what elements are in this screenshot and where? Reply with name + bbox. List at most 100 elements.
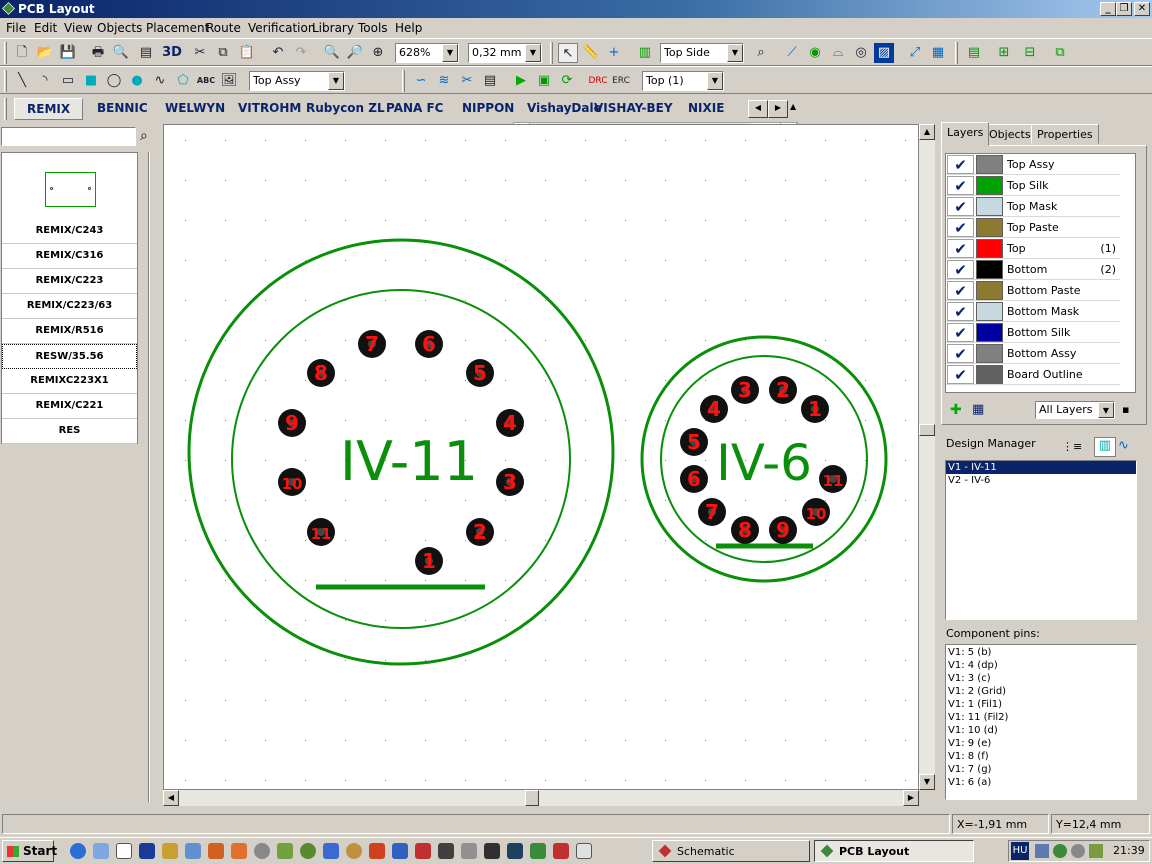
toolbar-grip[interactable]: [550, 42, 553, 64]
layer-visible-checkbox[interactable]: ✔: [947, 323, 974, 342]
lib-tab-vishaydale[interactable]: VishayDale: [527, 101, 602, 115]
arc-track-icon[interactable]: ⌓: [828, 43, 848, 63]
toolbar-grip[interactable]: [955, 42, 958, 64]
list-item[interactable]: V1: 5 (b): [946, 646, 1136, 659]
select-cursor-icon[interactable]: ↖: [558, 43, 578, 63]
layer-visible-checkbox[interactable]: ✔: [947, 260, 974, 279]
layer-visible-checkbox[interactable]: ✔: [947, 344, 974, 363]
list-item[interactable]: V1 - IV-11: [946, 461, 1136, 474]
iv6-pad-5[interactable]: 5: [680, 428, 708, 456]
clock[interactable]: 21:39: [1113, 844, 1145, 857]
zoom-in-icon[interactable]: 🔍: [322, 43, 342, 63]
zoom-out-icon[interactable]: 🔎: [345, 43, 365, 63]
start-button[interactable]: Start: [2, 840, 57, 862]
scroll-thumb[interactable]: [525, 790, 539, 806]
list-item[interactable]: V1: 6 (a): [946, 776, 1136, 789]
save-icon[interactable]: 💾: [58, 43, 78, 63]
list-item[interactable]: REMIX/R516: [2, 319, 137, 344]
chevron-down-icon[interactable]: ▼: [442, 44, 458, 62]
scroll-up-icon[interactable]: ▲: [919, 124, 935, 140]
lib-tab-nixie[interactable]: NIXIE: [688, 101, 724, 115]
layer-color-swatch[interactable]: [976, 218, 1003, 237]
quicklaunch-app-icon[interactable]: [254, 843, 270, 859]
iv11-pad-7[interactable]: 7: [358, 330, 386, 358]
quicklaunch-app-icon[interactable]: [507, 843, 523, 859]
scroll-left-icon[interactable]: ◀: [163, 790, 179, 806]
chevron-down-icon[interactable]: ▼: [328, 72, 344, 90]
open-folder-icon[interactable]: 📂: [35, 43, 55, 63]
layer-color-swatch[interactable]: [976, 260, 1003, 279]
print-icon[interactable]: 🖶: [88, 43, 108, 63]
iv6-pad-3[interactable]: 3: [731, 376, 759, 404]
layer-pin-icon[interactable]: ▪: [1122, 403, 1129, 416]
drc-check-icon[interactable]: DRC: [588, 71, 608, 91]
quicklaunch-app-icon[interactable]: [116, 843, 132, 859]
binoculars-icon[interactable]: ⌕: [140, 128, 148, 144]
quicklaunch-app-icon[interactable]: [300, 843, 316, 859]
tab-scroll-left-icon[interactable]: ◀: [748, 100, 768, 118]
menu-tools[interactable]: Tools: [358, 21, 388, 35]
track-icon[interactable]: ∽: [411, 71, 431, 91]
layer-row[interactable]: ✔ Top Assy: [946, 154, 1120, 175]
layer-row[interactable]: ✔ Bottom Silk: [946, 322, 1120, 343]
netlist-icon[interactable]: ⊞: [994, 43, 1014, 63]
quicklaunch-app-icon[interactable]: [392, 843, 408, 859]
via-icon[interactable]: ◉: [805, 43, 825, 63]
list-item[interactable]: V1: 7 (g): [946, 763, 1136, 776]
panel-splitter[interactable]: [148, 152, 150, 802]
crosshair-icon[interactable]: +: [604, 43, 624, 63]
menu-view[interactable]: View: [64, 21, 92, 35]
ellipse-tool-icon[interactable]: ◯: [104, 71, 124, 91]
list-item[interactable]: V1: 11 (Fil2): [946, 711, 1136, 724]
layer-row[interactable]: ✔ Bottom Assy: [946, 343, 1120, 364]
layer-visible-checkbox[interactable]: ✔: [947, 302, 974, 321]
layer-visible-checkbox[interactable]: ✔: [947, 281, 974, 300]
layer-color-swatch[interactable]: [976, 302, 1003, 321]
drc-icon[interactable]: ▤: [964, 43, 984, 63]
iv6-pad-10[interactable]: 10: [802, 498, 830, 526]
measure-icon[interactable]: 📏: [581, 43, 601, 63]
layer-color-swatch[interactable]: [976, 239, 1003, 258]
list-item[interactable]: REMIX/C316: [2, 244, 137, 269]
list-item[interactable]: REMIX/C223: [2, 269, 137, 294]
zoom-fit-icon[interactable]: ⊕: [368, 43, 388, 63]
iv11-pad-8[interactable]: 8: [307, 359, 335, 387]
new-file-icon[interactable]: 🗋: [12, 43, 32, 63]
redo-icon[interactable]: ↷: [291, 43, 311, 63]
minimize-button[interactable]: _: [1100, 2, 1116, 16]
quicklaunch-app-icon[interactable]: [323, 843, 339, 859]
language-indicator[interactable]: HU: [1011, 842, 1029, 860]
fill-icon[interactable]: ▣: [534, 71, 554, 91]
component-icon[interactable]: ▥: [635, 43, 655, 63]
arc-tool-icon[interactable]: ◝: [35, 71, 55, 91]
layer-visible-checkbox[interactable]: ✔: [947, 155, 974, 174]
toolbar-grip[interactable]: [4, 98, 7, 120]
iv6-pad-11[interactable]: 11: [819, 465, 847, 493]
layer-color-swatch[interactable]: [976, 323, 1003, 342]
quicklaunch-app-icon[interactable]: [553, 843, 569, 859]
tray-app-icon[interactable]: [1053, 844, 1067, 858]
tab-menu-arrow-icon[interactable]: ▲: [790, 102, 796, 111]
layer-row[interactable]: ✔ Bottom Paste: [946, 280, 1120, 301]
iv6-pad-1[interactable]: 1: [801, 395, 829, 423]
add-layer-icon[interactable]: ✚: [950, 402, 962, 418]
iv11-pad-2[interactable]: 2: [466, 518, 494, 546]
layer-visible-checkbox[interactable]: ✔: [947, 239, 974, 258]
iv6-pad-8[interactable]: 8: [731, 516, 759, 544]
quicklaunch-app-icon[interactable]: [415, 843, 431, 859]
list-item[interactable]: V1: 2 (Grid): [946, 685, 1136, 698]
toolbar-grip[interactable]: [402, 70, 405, 92]
ie-icon[interactable]: [70, 843, 86, 859]
grid-toggle-icon[interactable]: ▦: [928, 43, 948, 63]
undo-icon[interactable]: ↶: [268, 43, 288, 63]
quicklaunch-app-icon[interactable]: [346, 843, 362, 859]
layer-filter-select[interactable]: All Layers ▼: [1035, 401, 1115, 419]
iv11-pad-9[interactable]: 9: [278, 409, 306, 437]
tray-app-icon[interactable]: [1089, 844, 1103, 858]
layer-select[interactable]: Top Assy ▼: [249, 71, 345, 91]
chevron-down-icon[interactable]: ▼: [727, 44, 743, 62]
close-button[interactable]: ✕: [1134, 2, 1150, 16]
list-item[interactable]: RES: [2, 419, 137, 444]
quicklaunch-app-icon[interactable]: [231, 843, 247, 859]
list-item[interactable]: V1: 3 (c): [946, 672, 1136, 685]
